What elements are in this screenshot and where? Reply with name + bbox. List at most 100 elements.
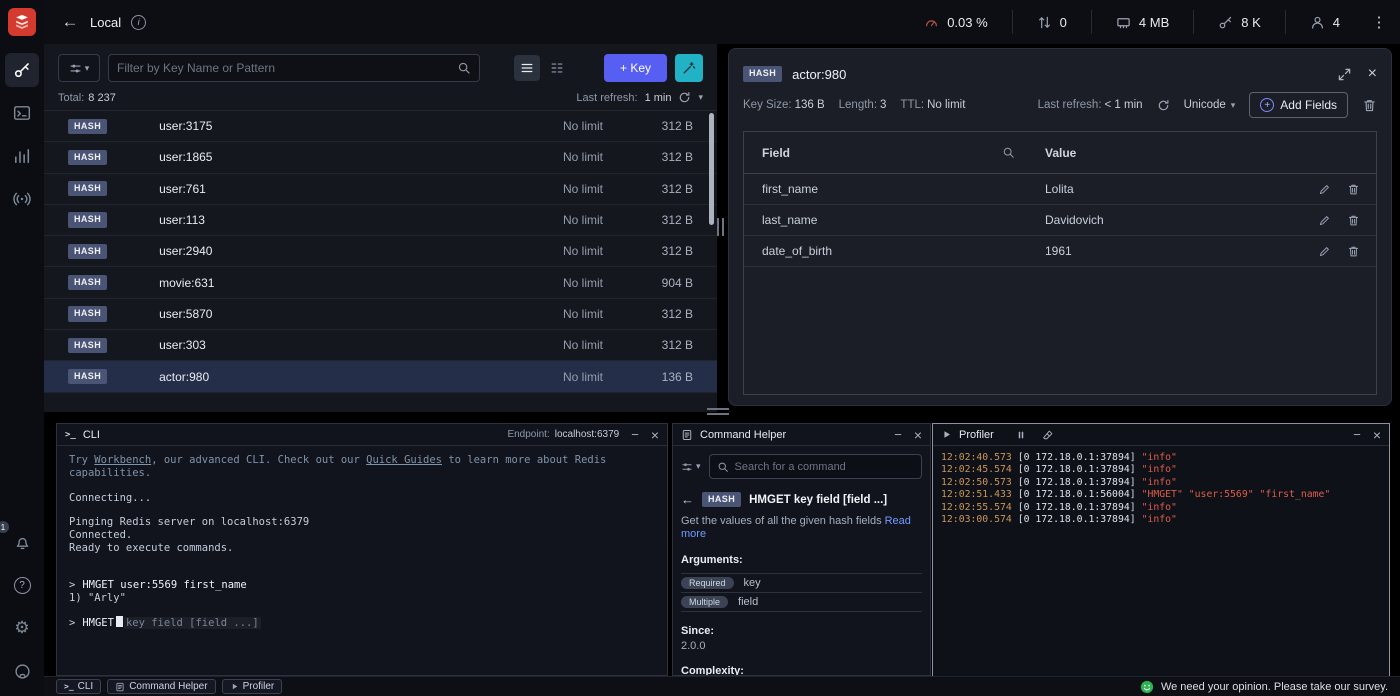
auto-refresh-chevron-icon[interactable]: ▾ [698,92,703,103]
close-details-icon[interactable]: × [1368,65,1377,83]
tree-view-button[interactable] [544,55,570,81]
cli-input-line[interactable]: >HMGETkey field [field ...] [69,616,655,630]
key-row[interactable]: HASH user:5870 No limit 312 B [44,299,717,330]
refresh-icon[interactable] [1157,99,1170,112]
total-value: 8 237 [88,92,116,104]
filter-type-dropdown[interactable]: ▾ [58,54,100,82]
list-scrollbar-thumb[interactable] [709,113,714,225]
edit-pencil-icon[interactable] [1318,183,1331,196]
key-row[interactable]: HASH user:113 No limit 312 B [44,205,717,236]
close-helper-icon[interactable]: × [914,427,922,443]
redis-logo[interactable] [0,0,44,44]
argument-name: key [744,577,761,589]
field-name: last_name [762,213,817,227]
delete-field-icon[interactable] [1347,183,1360,196]
key-details-title: actor:980 [792,67,846,82]
key-type-badge: HASH [68,275,107,290]
minimize-cli-icon[interactable]: − [631,427,639,442]
field-search-icon[interactable] [1002,146,1015,159]
key-search-input[interactable] [117,61,451,75]
statusbar-helper-toggle[interactable]: Command Helper [107,679,215,694]
key-size: 136 B [641,370,693,384]
back-icon[interactable]: ← [58,12,82,32]
expand-icon[interactable] [1337,67,1352,82]
vertical-resize-handle[interactable] [717,218,724,236]
clear-eraser-icon[interactable] [1042,429,1054,441]
refresh-icon[interactable] [678,91,691,104]
key-type-badge: HASH [68,212,107,227]
edit-pencil-icon[interactable] [1318,245,1331,258]
throughput-icon [1037,15,1052,30]
key-row[interactable]: HASH user:3175 No limit 312 B [44,111,717,142]
key-row[interactable]: HASH user:761 No limit 312 B [44,174,717,205]
list-view-button[interactable] [514,55,540,81]
pause-icon[interactable] [1015,429,1027,441]
key-name: actor:980 [159,370,563,384]
profiler-log: 12:02:40.573 [0 172.18.0.1:37894] "info"… [933,446,1389,678]
overflow-menu-icon[interactable]: ⋮ [1368,13,1390,31]
sidebar-item-analytics[interactable] [5,139,39,173]
statusbar-profiler-toggle[interactable]: Profiler [222,679,283,694]
key-row[interactable]: HASH user:303 No limit 312 B [44,330,717,361]
delete-key-icon[interactable] [1362,98,1377,113]
survey-link[interactable]: We need your opinion. Please take our su… [1140,680,1388,694]
fields-table-header: Field Value [744,132,1376,174]
add-key-button[interactable]: + Key [604,54,667,82]
delete-field-icon[interactable] [1347,245,1360,258]
sidebar-item-pubsub[interactable] [5,182,39,216]
helper-back-icon[interactable]: ← [681,492,694,507]
metric-memory: 4 MB [1091,10,1193,34]
sidebar-item-notifications[interactable]: 1 [5,525,39,559]
close-cli-icon[interactable]: × [651,427,659,443]
total-label: Total: [58,92,84,104]
sidebar-item-workbench[interactable] [5,96,39,130]
key-details-header: HASH actor:980 × [743,59,1377,89]
quick-guides-link[interactable]: Quick Guides [366,454,442,466]
search-icon[interactable] [457,61,471,75]
command-filter-dropdown[interactable]: ▾ [681,461,701,473]
fields-table: Field Value first_name Lolita last_name … [743,131,1377,395]
command-signature: HMGET key field [field ...] [749,494,887,506]
database-name: Local [90,15,121,30]
key-size: 312 B [641,244,693,258]
search-icon [717,461,729,473]
command-search-input[interactable] [735,461,914,473]
info-icon[interactable]: i [131,15,146,30]
sidebar-item-github[interactable] [5,654,39,688]
list-view-icon [520,61,534,75]
minimize-profiler-icon[interactable]: − [1353,427,1361,442]
key-row[interactable]: HASH movie:631 No limit 904 B [44,267,717,298]
field-name: date_of_birth [762,244,832,258]
sidebar-item-help[interactable]: ? [5,568,39,602]
bulk-actions-button[interactable] [675,54,703,82]
key-size: 904 B [641,276,693,290]
close-profiler-icon[interactable]: × [1373,427,1381,443]
field-value: 1961 [1045,244,1072,258]
argument-row: Multiple field [681,593,922,612]
cli-line: Connected. [69,529,655,542]
minimize-helper-icon[interactable]: − [894,427,902,442]
profiler-header: Profiler − × [933,424,1389,446]
key-row[interactable]: HASH user:1865 No limit 312 B [44,142,717,173]
workbench-link[interactable]: Workbench [94,454,151,466]
redis-logo-icon [8,8,36,36]
delete-field-icon[interactable] [1347,214,1360,227]
key-row-selected[interactable]: HASH actor:980 No limit 136 B [44,361,717,392]
add-fields-button[interactable]: + Add Fields [1249,92,1348,118]
encoding-select[interactable]: Unicode ▾ [1184,99,1236,111]
edit-pencil-icon[interactable] [1318,214,1331,227]
cli-panel: >_ CLI Endpoint: localhost:6379 − × Try … [56,423,668,676]
key-size: 312 B [641,338,693,352]
horizontal-resize-handle[interactable] [707,408,729,415]
sidebar-item-settings[interactable]: ⚙ [5,611,39,645]
sidebar-item-browser[interactable] [5,53,39,87]
field-row: date_of_birth 1961 [744,236,1376,267]
command-helper-header: Command Helper − × [673,424,930,446]
key-search-box [108,54,480,82]
profiler-line: 12:03:00.574 [0 172.18.0.1:37894] "info" [941,514,1381,526]
github-icon [14,663,31,680]
filter-sliders-icon [69,62,82,75]
statusbar-cli-toggle[interactable]: >_ CLI [56,679,101,694]
key-row[interactable]: HASH user:2940 No limit 312 B [44,236,717,267]
key-type-badge: HASH [743,66,782,81]
